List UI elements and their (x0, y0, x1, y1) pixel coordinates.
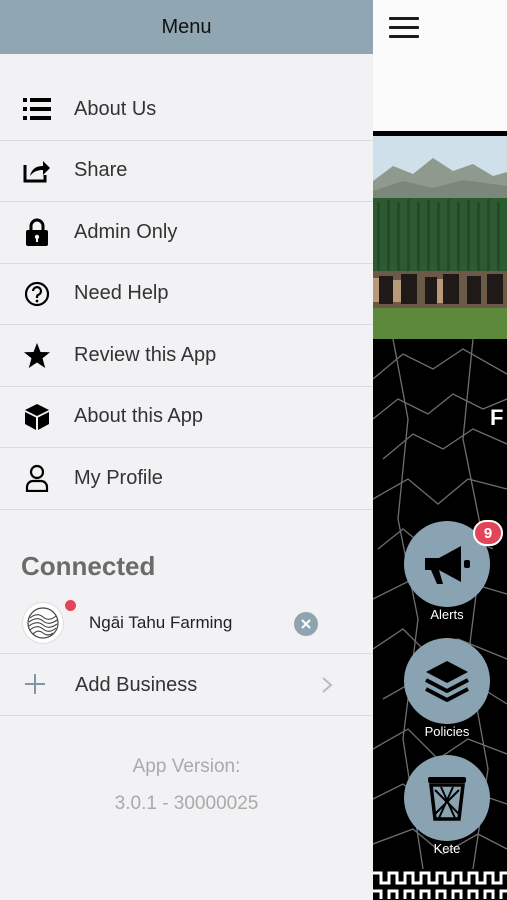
background-app: F 9 Alerts Policies Kete (373, 0, 507, 900)
add-business-label: Add Business (75, 674, 198, 696)
chevron-right-icon (322, 677, 333, 693)
app-version-label: App Version: (132, 756, 241, 777)
alerts-badge: 9 (473, 520, 503, 546)
hero-photo (373, 136, 507, 339)
person-icon (25, 465, 49, 493)
notification-dot (65, 600, 76, 611)
connected-section-title: Connected (21, 551, 156, 581)
menu-list: About Us Share Admin Only Need Help Revi… (0, 79, 373, 510)
menu-item-label: About this App (74, 405, 203, 428)
share-icon (23, 160, 50, 183)
add-business-row[interactable]: Add Business (0, 655, 373, 716)
menu-item-admin-only[interactable]: Admin Only (0, 202, 373, 264)
menu-item-label: Review this App (74, 343, 217, 366)
app-top-bar (373, 0, 507, 131)
kete-button[interactable] (404, 755, 490, 841)
menu-item-about-app[interactable]: About this App (0, 387, 373, 448)
megaphone-icon (425, 546, 470, 584)
partial-heading-text: F (490, 405, 504, 430)
menu-item-need-help[interactable]: Need Help (0, 264, 373, 325)
side-drawer: Menu About Us Share Admin Only Need Help… (0, 0, 373, 900)
cube-icon (25, 403, 49, 430)
menu-item-my-profile[interactable]: My Profile (0, 448, 373, 510)
menu-item-label: Admin Only (74, 220, 178, 243)
drawer-title: Menu (161, 15, 212, 38)
lock-icon (26, 218, 48, 247)
hamburger-menu-icon[interactable] (389, 17, 419, 39)
remove-business-button[interactable] (294, 612, 318, 636)
close-icon (301, 619, 311, 629)
policies-button[interactable] (404, 638, 490, 724)
menu-item-label: Need Help (74, 282, 169, 305)
alerts-label: Alerts (430, 607, 464, 622)
layers-icon (425, 661, 469, 702)
wave-logo-icon (27, 607, 59, 639)
star-icon (24, 342, 50, 368)
plus-icon (25, 674, 45, 694)
business-name: Ngāi Tahu Farming (89, 613, 233, 632)
kete-label: Kete (433, 841, 461, 856)
menu-item-label: About Us (74, 97, 157, 120)
trash-basket-icon (428, 777, 466, 821)
menu-item-label: Share (74, 159, 128, 182)
app-version-number: 3.0.1 - 30000025 (114, 793, 259, 814)
decorative-pattern (373, 869, 507, 900)
business-row[interactable]: Ngāi Tahu Farming (0, 593, 373, 654)
help-circle-icon (24, 281, 50, 306)
policies-label: Policies (424, 724, 470, 739)
menu-item-label: My Profile (74, 466, 163, 489)
list-icon (23, 98, 51, 121)
menu-item-review-app[interactable]: Review this App (0, 325, 373, 387)
menu-item-share[interactable]: Share (0, 141, 373, 202)
menu-item-about-us[interactable]: About Us (0, 79, 373, 141)
drawer-header: Menu (0, 0, 373, 54)
business-logo (23, 603, 63, 643)
